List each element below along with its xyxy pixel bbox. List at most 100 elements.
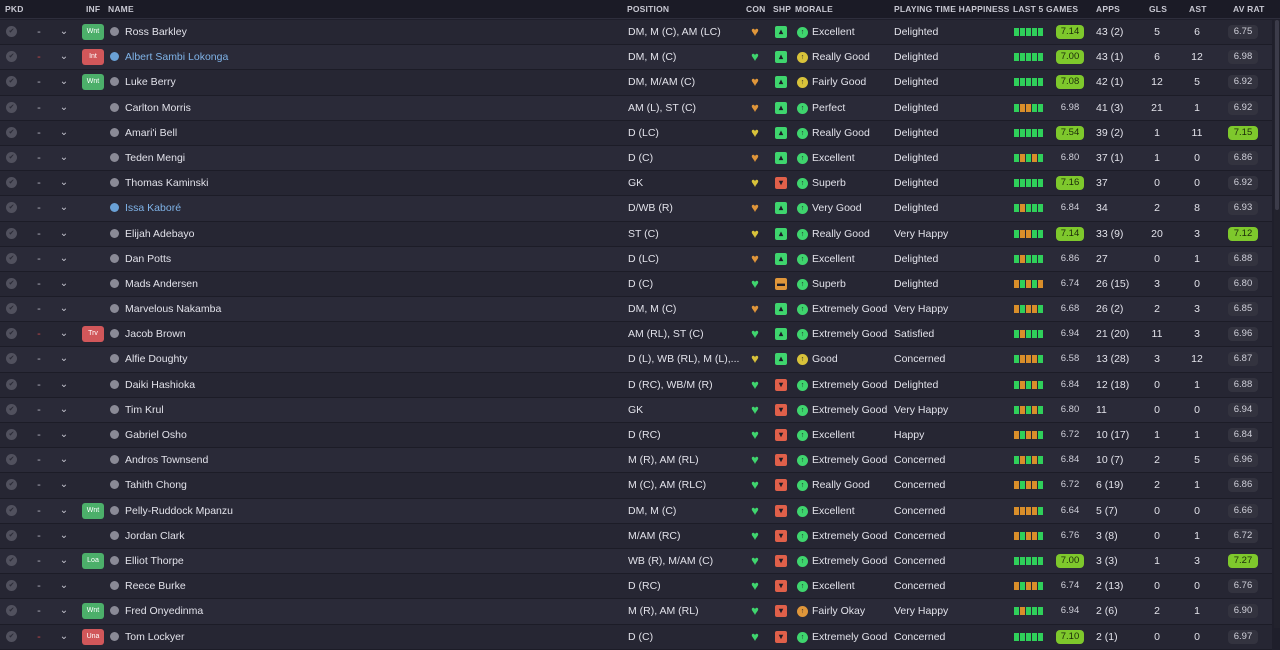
table-row[interactable]: ✔ - ⌄ Dan Potts D (LC) ♥ ▴ ↑ Excellent Delighted 6…	[0, 246, 1272, 272]
chevron-down-icon[interactable]: ⌄	[58, 20, 70, 44]
pick-checkbox[interactable]: ✔	[6, 479, 17, 491]
col-morale[interactable]: MORALE	[795, 4, 833, 14]
table-row[interactable]: ✔ - ⌄ Andros Townsend M (R), AM (RL) ♥ ▾ ↑ Extre…	[0, 448, 1272, 474]
col-ast[interactable]: AST	[1189, 4, 1207, 14]
player-name[interactable]: Daiki Hashioka	[125, 373, 195, 397]
player-name[interactable]: Reece Burke	[125, 574, 186, 598]
selection-indicator[interactable]: -	[33, 524, 45, 548]
player-name[interactable]: Andros Townsend	[125, 448, 208, 472]
table-row[interactable]: ✔ - ⌄ Daiki Hashioka D (RC), WB/M (R) ♥ ▾ ↑ Extr…	[0, 372, 1272, 398]
pick-checkbox[interactable]: ✔	[6, 554, 17, 566]
pick-checkbox[interactable]: ✔	[6, 126, 17, 138]
col-playing-time-happiness[interactable]: PLAYING TIME HAPPINESS	[894, 4, 1010, 14]
player-name[interactable]: Luke Berry	[125, 70, 176, 94]
pick-checkbox[interactable]: ✔	[6, 429, 17, 440]
table-row[interactable]: ✔ - ⌄ Mads Andersen D (C) ♥ ▬ ↑ Superb Delighted 6…	[0, 271, 1272, 298]
pick-checkbox[interactable]: ✔	[6, 504, 17, 516]
selection-indicator[interactable]: -	[33, 96, 45, 120]
pick-checkbox[interactable]: ✔	[6, 378, 17, 390]
col-shp[interactable]: SHP	[773, 4, 791, 14]
pick-checkbox[interactable]: ✔	[6, 328, 17, 340]
chevron-down-icon[interactable]: ⌄	[58, 322, 70, 346]
player-name[interactable]: Dan Potts	[125, 247, 171, 271]
pick-checkbox[interactable]: ✔	[6, 454, 17, 466]
selection-indicator[interactable]: -	[33, 222, 45, 246]
table-row[interactable]: ✔ - ⌄ Reece Burke D (RC) ♥ ▾ ↑ Excellent Concerne…	[0, 574, 1272, 600]
pick-checkbox[interactable]: ✔	[6, 51, 17, 63]
chevron-down-icon[interactable]: ⌄	[58, 247, 70, 271]
selection-indicator[interactable]: -	[33, 322, 45, 346]
chevron-down-icon[interactable]: ⌄	[58, 574, 70, 598]
chevron-down-icon[interactable]: ⌄	[58, 473, 70, 497]
chevron-down-icon[interactable]: ⌄	[58, 347, 70, 371]
pick-checkbox[interactable]: ✔	[6, 252, 17, 264]
chevron-down-icon[interactable]: ⌄	[58, 196, 70, 220]
player-name[interactable]: Fred Onyedinma	[125, 599, 203, 623]
table-row[interactable]: ✔ - ⌄ Wnt Fred Onyedinma M (R), AM (RL) ♥ ▾ ↑ Fai…	[0, 599, 1272, 625]
chevron-down-icon[interactable]: ⌄	[58, 423, 70, 447]
table-row[interactable]: ✔ - ⌄ Teden Mengi D (C) ♥ ▴ ↑ Excellent Delighted…	[0, 145, 1272, 172]
player-name[interactable]: Jordan Clark	[125, 524, 185, 548]
table-row[interactable]: ✔ - ⌄ Elijah Adebayo ST (C) ♥ ▴ ↑ Really Good Ver…	[0, 221, 1272, 247]
chevron-down-icon[interactable]: ⌄	[58, 448, 70, 472]
selection-indicator[interactable]: -	[33, 121, 45, 145]
col-name[interactable]: NAME	[108, 4, 134, 14]
chevron-down-icon[interactable]: ⌄	[58, 373, 70, 397]
table-row[interactable]: ✔ - ⌄ Thomas Kaminski GK ♥ ▾ ↑ Superb Delighted 7.…	[0, 171, 1272, 197]
player-name[interactable]: Issa Kaboré	[125, 196, 181, 220]
pick-checkbox[interactable]: ✔	[6, 529, 17, 541]
col-inf[interactable]: INF	[86, 4, 100, 14]
selection-indicator[interactable]: -	[33, 473, 45, 497]
chevron-down-icon[interactable]: ⌄	[58, 45, 70, 69]
table-row[interactable]: ✔ - ⌄ Jordan Clark M/AM (RC) ♥ ▾ ↑ Extremely Goo…	[0, 523, 1272, 549]
chevron-down-icon[interactable]: ⌄	[58, 222, 70, 246]
selection-indicator[interactable]: -	[33, 171, 45, 195]
player-name[interactable]: Thomas Kaminski	[125, 171, 208, 195]
player-name[interactable]: Elijah Adebayo	[125, 222, 194, 246]
table-row[interactable]: ✔ - ⌄ Int Albert Sambi Lokonga DM, M (C) ♥ ▴ ↑ Re…	[0, 45, 1272, 71]
pick-checkbox[interactable]: ✔	[6, 227, 17, 239]
player-name[interactable]: Carlton Morris	[125, 96, 191, 120]
pick-checkbox[interactable]: ✔	[6, 26, 17, 37]
col-gls[interactable]: GLS	[1149, 4, 1167, 14]
selection-indicator[interactable]: -	[33, 373, 45, 397]
player-name[interactable]: Pelly-Ruddock Mpanzu	[125, 499, 233, 523]
col-position[interactable]: POSITION	[627, 4, 669, 14]
player-name[interactable]: Jacob Brown	[125, 322, 186, 346]
table-row[interactable]: ✔ - ⌄ Marvelous Nakamba DM, M (C) ♥ ▴ ↑ Extremel…	[0, 297, 1272, 323]
table-row[interactable]: ✔ - ⌄ Alfie Doughty D (L), WB (RL), M (L),..…	[0, 347, 1272, 373]
player-name[interactable]: Marvelous Nakamba	[125, 297, 221, 321]
player-name[interactable]: Ross Barkley	[125, 20, 187, 44]
table-row[interactable]: ✔ - ⌄ Tim Krul GK ♥ ▾ ↑ Extremely Good Very Happy…	[0, 397, 1272, 423]
pick-checkbox[interactable]: ✔	[6, 76, 17, 88]
selection-indicator[interactable]: -	[33, 297, 45, 321]
table-row[interactable]: ✔ - ⌄ Tahith Chong M (C), AM (RLC) ♥ ▾ ↑ Really …	[0, 473, 1272, 499]
selection-indicator[interactable]: -	[33, 347, 45, 371]
selection-indicator[interactable]: -	[33, 272, 45, 296]
chevron-down-icon[interactable]: ⌄	[58, 599, 70, 623]
scrollbar[interactable]	[1274, 20, 1280, 628]
selection-indicator[interactable]: -	[33, 574, 45, 598]
selection-indicator[interactable]: -	[33, 20, 45, 44]
pick-checkbox[interactable]: ✔	[6, 151, 17, 163]
player-name[interactable]: Albert Sambi Lokonga	[125, 45, 228, 69]
table-row[interactable]: ✔ - ⌄ Carlton Morris AM (L), ST (C) ♥ ▴ ↑ Perfec…	[0, 95, 1272, 121]
player-name[interactable]: Teden Mengi	[125, 146, 185, 170]
chevron-down-icon[interactable]: ⌄	[58, 272, 70, 296]
selection-indicator[interactable]: -	[33, 247, 45, 271]
table-row[interactable]: ✔ - ⌄ Wnt Luke Berry DM, M/AM (C) ♥ ▴ ↑ Fairly Go…	[0, 70, 1272, 96]
col-apps[interactable]: APPS	[1096, 4, 1120, 14]
pick-checkbox[interactable]: ✔	[6, 353, 17, 365]
selection-indicator[interactable]: -	[33, 45, 45, 69]
pick-checkbox[interactable]: ✔	[6, 277, 17, 289]
chevron-down-icon[interactable]: ⌄	[58, 398, 70, 422]
chevron-down-icon[interactable]: ⌄	[58, 121, 70, 145]
chevron-down-icon[interactable]: ⌄	[58, 524, 70, 548]
pick-checkbox[interactable]: ✔	[6, 403, 17, 415]
selection-indicator[interactable]: -	[33, 196, 45, 220]
pick-checkbox[interactable]: ✔	[6, 101, 17, 113]
col-last-5-games[interactable]: LAST 5 GAMES	[1013, 4, 1078, 14]
player-name[interactable]: Gabriel Osho	[125, 423, 187, 447]
table-row[interactable]: ✔ - ⌄ Wnt Ross Barkley DM, M (C), AM (LC) ♥ ▴ ↑ E…	[0, 20, 1272, 46]
col-pkd[interactable]: PKD	[5, 4, 24, 14]
